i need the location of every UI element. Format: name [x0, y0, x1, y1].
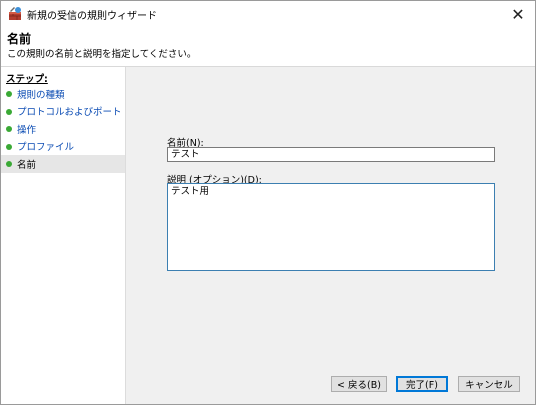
- step-label: 操作: [17, 124, 37, 136]
- step-label: プロファイル: [17, 142, 75, 154]
- page-header: 名前 この規則の名前と説明を指定してください。: [1, 27, 535, 67]
- back-button[interactable]: < 戻る(B): [331, 376, 387, 392]
- steps-heading: ステップ:: [6, 74, 48, 85]
- page-subtitle: この規則の名前と説明を指定してください。: [7, 49, 197, 60]
- steps-pane: ステップ: 規則の種類 プロトコルおよびポート 操作 プロファイル 名前: [1, 67, 126, 404]
- step-label: 名前: [17, 159, 37, 171]
- description-input[interactable]: テスト用: [167, 183, 495, 271]
- step-status-icon: [6, 161, 12, 167]
- window-title: 新規の受信の規則ウィザード: [27, 11, 157, 22]
- step-label: 規則の種類: [17, 89, 65, 101]
- step-label: プロトコルおよびポート: [17, 107, 122, 119]
- step-protocol-ports[interactable]: プロトコルおよびポート: [1, 103, 125, 121]
- finish-button[interactable]: 完了(F): [396, 376, 448, 392]
- step-action[interactable]: 操作: [1, 120, 125, 138]
- close-icon: ✕: [511, 4, 525, 24]
- form-area: 名前(N): テスト 説明 (オプション)(D): テスト用 < 戻る(B) 完…: [126, 67, 535, 404]
- step-name: 名前: [1, 155, 125, 173]
- page-title: 名前: [7, 32, 32, 46]
- step-status-icon: [6, 91, 12, 97]
- step-profile[interactable]: プロファイル: [1, 138, 125, 156]
- firewall-icon: [7, 6, 23, 22]
- step-status-icon: [6, 126, 12, 132]
- step-rule-type[interactable]: 規則の種類: [1, 85, 125, 103]
- wizard-window: 新規の受信の規則ウィザード ✕ 名前 この規則の名前と説明を指定してください。 …: [0, 0, 536, 405]
- step-status-icon: [6, 143, 12, 150]
- title-bar: 新規の受信の規則ウィザード ✕: [1, 1, 535, 27]
- cancel-button[interactable]: キャンセル: [458, 376, 520, 392]
- step-status-icon: [6, 108, 12, 115]
- steps-list: 規則の種類 プロトコルおよびポート 操作 プロファイル 名前: [1, 85, 125, 173]
- close-button[interactable]: ✕: [501, 1, 535, 27]
- name-input[interactable]: テスト: [167, 147, 495, 162]
